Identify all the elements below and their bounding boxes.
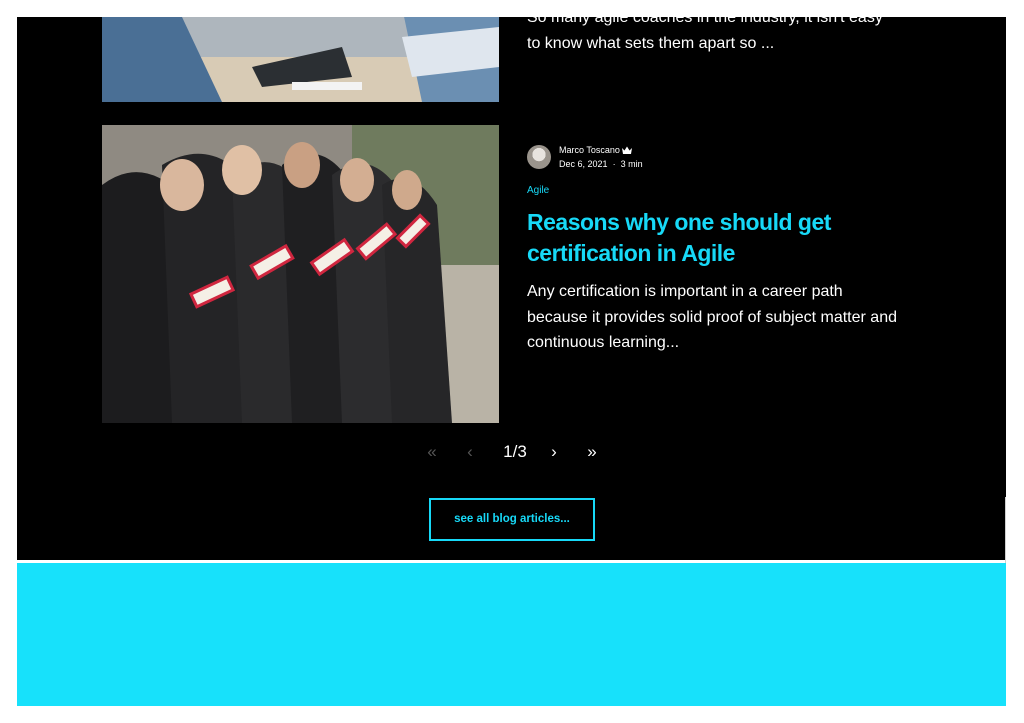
top-strip	[0, 0, 1024, 17]
post-2-meta: Dec 6, 2021 · 3 min	[559, 159, 643, 169]
post-2-author-row: Marco Toscano Dec 6, 2021 · 3 min	[527, 145, 887, 171]
post-2-category[interactable]: Agile	[527, 185, 549, 196]
pagination: « ‹ 1/3 › »	[422, 441, 612, 465]
page-indicator: 1/3	[503, 442, 527, 461]
post-2-title[interactable]: Reasons why one should get certification…	[527, 207, 867, 269]
last-page-icon[interactable]: »	[582, 441, 602, 463]
post-1-image[interactable]	[102, 17, 499, 102]
first-page-icon[interactable]: «	[422, 441, 442, 463]
previous-page-icon[interactable]: ‹	[462, 441, 478, 463]
author-name[interactable]: Marco Toscano	[559, 145, 620, 155]
post-2-excerpt[interactable]: Any certification is important in a care…	[527, 279, 897, 356]
meeting-photo	[102, 17, 499, 102]
read-time: 3 min	[620, 159, 643, 169]
blog-section: So many agile coaches in the industry, i…	[17, 17, 1006, 560]
next-page-icon[interactable]: ›	[546, 441, 562, 463]
meta-separator: ·	[612, 159, 616, 169]
post-1-excerpt[interactable]: So many agile coaches in the industry, i…	[527, 17, 897, 56]
graduates-photo	[102, 125, 499, 423]
author-avatar[interactable]	[527, 145, 551, 169]
post-2-image[interactable]	[102, 125, 499, 423]
post-date: Dec 6, 2021	[559, 159, 608, 169]
see-all-articles-button[interactable]: see all blog articles...	[429, 498, 595, 541]
crown-icon	[622, 146, 632, 154]
footer-band	[17, 563, 1006, 706]
